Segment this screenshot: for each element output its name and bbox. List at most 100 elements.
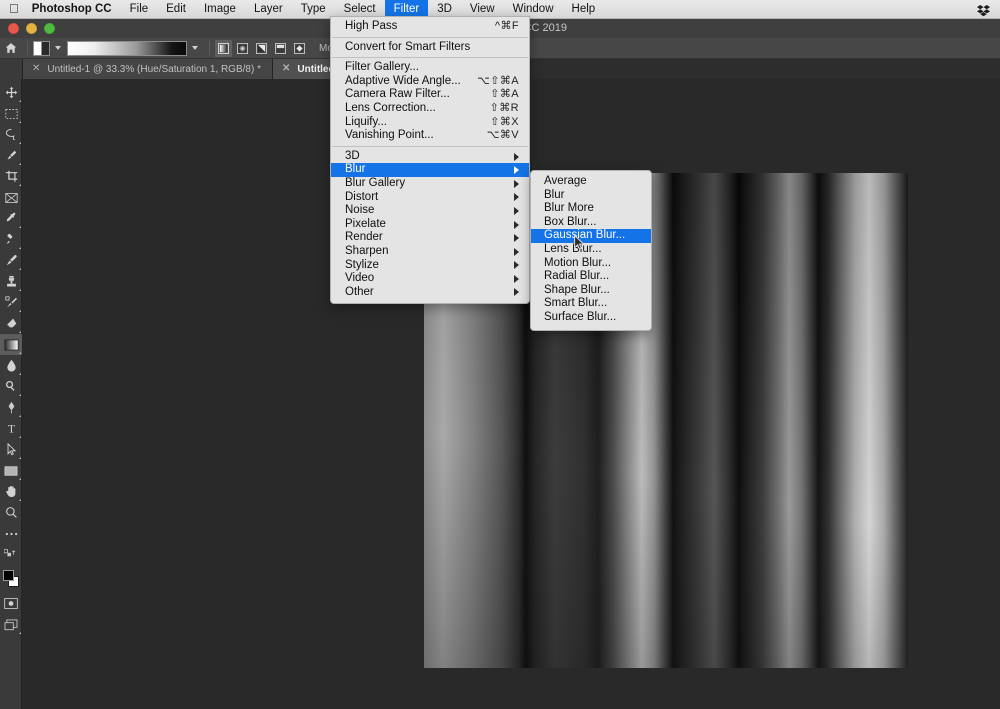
linear-gradient-icon[interactable]	[215, 39, 232, 57]
menu-item-file[interactable]: File	[121, 0, 158, 19]
menu-item-lens-correction-shortcut: ⇧⌘R	[489, 101, 519, 114]
menu-item-layer[interactable]: Layer	[245, 0, 292, 19]
type-tool[interactable]: T	[0, 418, 22, 439]
path-selection-tool[interactable]	[0, 439, 22, 460]
gradient-type-group	[215, 38, 310, 59]
menu-item-help[interactable]: Help	[563, 0, 605, 19]
close-icon-2[interactable]: ✕	[282, 64, 290, 74]
tool-flyout-indicator-4	[18, 162, 21, 165]
submenu-item-blur-more[interactable]: Blur More	[531, 202, 651, 216]
menu-item-render[interactable]: Render	[331, 231, 529, 245]
blur-tool[interactable]	[0, 355, 22, 376]
zoom-tool[interactable]	[0, 502, 22, 523]
submenu-item-surface-blur[interactable]: Surface Blur...	[531, 311, 651, 325]
menu-item-camera-raw-filter[interactable]: Camera Raw Filter... ⇧⌘A	[331, 88, 529, 102]
zoom-window-button[interactable]	[44, 23, 55, 34]
healing-brush-tool[interactable]	[0, 229, 22, 250]
move-tool[interactable]	[0, 82, 22, 103]
close-icon[interactable]: ✕	[32, 64, 40, 74]
rectangular-marquee-tool[interactable]	[0, 103, 22, 124]
gradient-preset-picker[interactable]	[33, 38, 67, 59]
menu-item-convert-for-smart-filters-label: Convert for Smart Filters	[345, 40, 471, 53]
menu-item-liquify[interactable]: Liquify... ⇧⌘X	[331, 116, 529, 130]
rectangle-tool[interactable]	[0, 460, 22, 481]
submenu-item-average[interactable]: Average	[531, 175, 651, 189]
menu-item-stylize[interactable]: Stylize	[331, 259, 529, 273]
menu-item-noise[interactable]: Noise	[331, 204, 529, 218]
menu-item-filter-gallery[interactable]: Filter Gallery...	[331, 61, 529, 75]
screen-mode-icon[interactable]	[0, 614, 22, 635]
submenu-item-blur[interactable]: Blur	[531, 189, 651, 203]
submenu-item-smart-blur[interactable]: Smart Blur...	[531, 297, 651, 311]
edit-toolbar-button[interactable]	[0, 523, 22, 544]
filter-menu-dropdown[interactable]: High Pass ^⌘F Convert for Smart Filters …	[330, 16, 530, 305]
menu-item-vanishing-point[interactable]: Vanishing Point... ⌥⌘V	[331, 129, 529, 143]
brush-tool[interactable]	[0, 250, 22, 271]
menu-item-type[interactable]: Type	[292, 0, 335, 19]
menu-item-3d-label: 3D	[345, 149, 360, 162]
lasso-tool[interactable]	[0, 124, 22, 145]
dodge-tool[interactable]	[0, 376, 22, 397]
menu-item-pixelate[interactable]: Pixelate	[331, 218, 529, 232]
history-brush-tool[interactable]	[0, 292, 22, 313]
menu-item-edit[interactable]: Edit	[157, 0, 195, 19]
chevron-right-icon-2	[514, 166, 519, 175]
menu-item-convert-for-smart-filters[interactable]: Convert for Smart Filters	[331, 41, 529, 55]
eraser-tool[interactable]	[0, 313, 22, 334]
minimize-window-button[interactable]	[26, 23, 37, 34]
submenu-item-shape-blur[interactable]: Shape Blur...	[531, 284, 651, 298]
apple-icon[interactable]: 	[0, 2, 30, 15]
chevron-down-icon[interactable]	[55, 46, 61, 50]
diamond-gradient-icon[interactable]	[291, 40, 308, 57]
menu-app-name[interactable]: Photoshop CC	[30, 0, 121, 19]
foreground-color-swatch[interactable]	[3, 570, 14, 581]
menu-item-blur[interactable]: Blur	[331, 163, 529, 177]
menu-item-adaptive-wide-angle[interactable]: Adaptive Wide Angle... ⌥⇧⌘A	[331, 75, 529, 89]
blur-submenu[interactable]: Average Blur Blur More Box Blur... Gauss…	[530, 170, 652, 331]
submenu-item-gaussian-blur[interactable]: Gaussian Blur...	[531, 229, 651, 243]
gradient-editor-strip[interactable]	[67, 38, 204, 59]
tool-flyout-indicator-16	[18, 435, 21, 438]
menu-item-sharpen[interactable]: Sharpen	[331, 245, 529, 259]
menu-item-image[interactable]: Image	[195, 0, 245, 19]
angle-gradient-icon[interactable]	[253, 40, 270, 57]
tool-flyout-indicator-13	[18, 372, 21, 375]
default-colors-icon[interactable]	[0, 544, 22, 565]
gradient-tool[interactable]	[0, 334, 22, 355]
radial-gradient-icon[interactable]	[234, 40, 251, 57]
menu-item-other[interactable]: Other	[331, 286, 529, 300]
menu-item-3d[interactable]: 3D	[331, 150, 529, 164]
submenu-item-radial-blur[interactable]: Radial Blur...	[531, 270, 651, 284]
dropbox-icon[interactable]	[977, 4, 990, 17]
submenu-item-box-blur[interactable]: Box Blur...	[531, 216, 651, 230]
frame-tool[interactable]	[0, 187, 22, 208]
menu-item-camera-raw-filter-label: Camera Raw Filter...	[345, 88, 450, 101]
eyedropper-tool[interactable]	[0, 208, 22, 229]
quick-mask-icon[interactable]	[0, 593, 22, 614]
window-controls	[0, 23, 55, 34]
crop-tool[interactable]	[0, 166, 22, 187]
close-window-button[interactable]	[8, 23, 19, 34]
menu-item-video[interactable]: Video	[331, 272, 529, 286]
chevron-right-icon-8	[514, 247, 519, 256]
pen-tool[interactable]	[0, 397, 22, 418]
foreground-background-color-swatch[interactable]	[0, 567, 22, 591]
menu-item-lens-correction[interactable]: Lens Correction... ⇧⌘R	[331, 102, 529, 116]
reflected-gradient-icon[interactable]	[272, 40, 289, 57]
clone-stamp-tool[interactable]	[0, 271, 22, 292]
options-separator-2	[209, 41, 210, 55]
hand-tool[interactable]	[0, 481, 22, 502]
tool-flyout-indicator-12	[18, 351, 21, 354]
quick-selection-tool[interactable]	[0, 145, 22, 166]
tool-flyout-indicator-11	[18, 330, 21, 333]
home-icon[interactable]	[0, 42, 22, 54]
submenu-item-motion-blur-label: Motion Blur...	[544, 256, 612, 269]
menu-item-distort[interactable]: Distort	[331, 191, 529, 205]
submenu-item-lens-blur[interactable]: Lens Blur...	[531, 243, 651, 257]
menu-item-adaptive-wide-angle-label: Adaptive Wide Angle...	[345, 74, 461, 87]
menu-item-blur-gallery[interactable]: Blur Gallery	[331, 177, 529, 191]
menu-item-high-pass[interactable]: High Pass ^⌘F	[331, 20, 529, 34]
document-tab-untitled-1[interactable]: ✕ Untitled-1 @ 33.3% (Hue/Saturation 1, …	[23, 59, 273, 79]
chevron-down-icon-2[interactable]	[192, 46, 198, 50]
submenu-item-motion-blur[interactable]: Motion Blur...	[531, 257, 651, 271]
